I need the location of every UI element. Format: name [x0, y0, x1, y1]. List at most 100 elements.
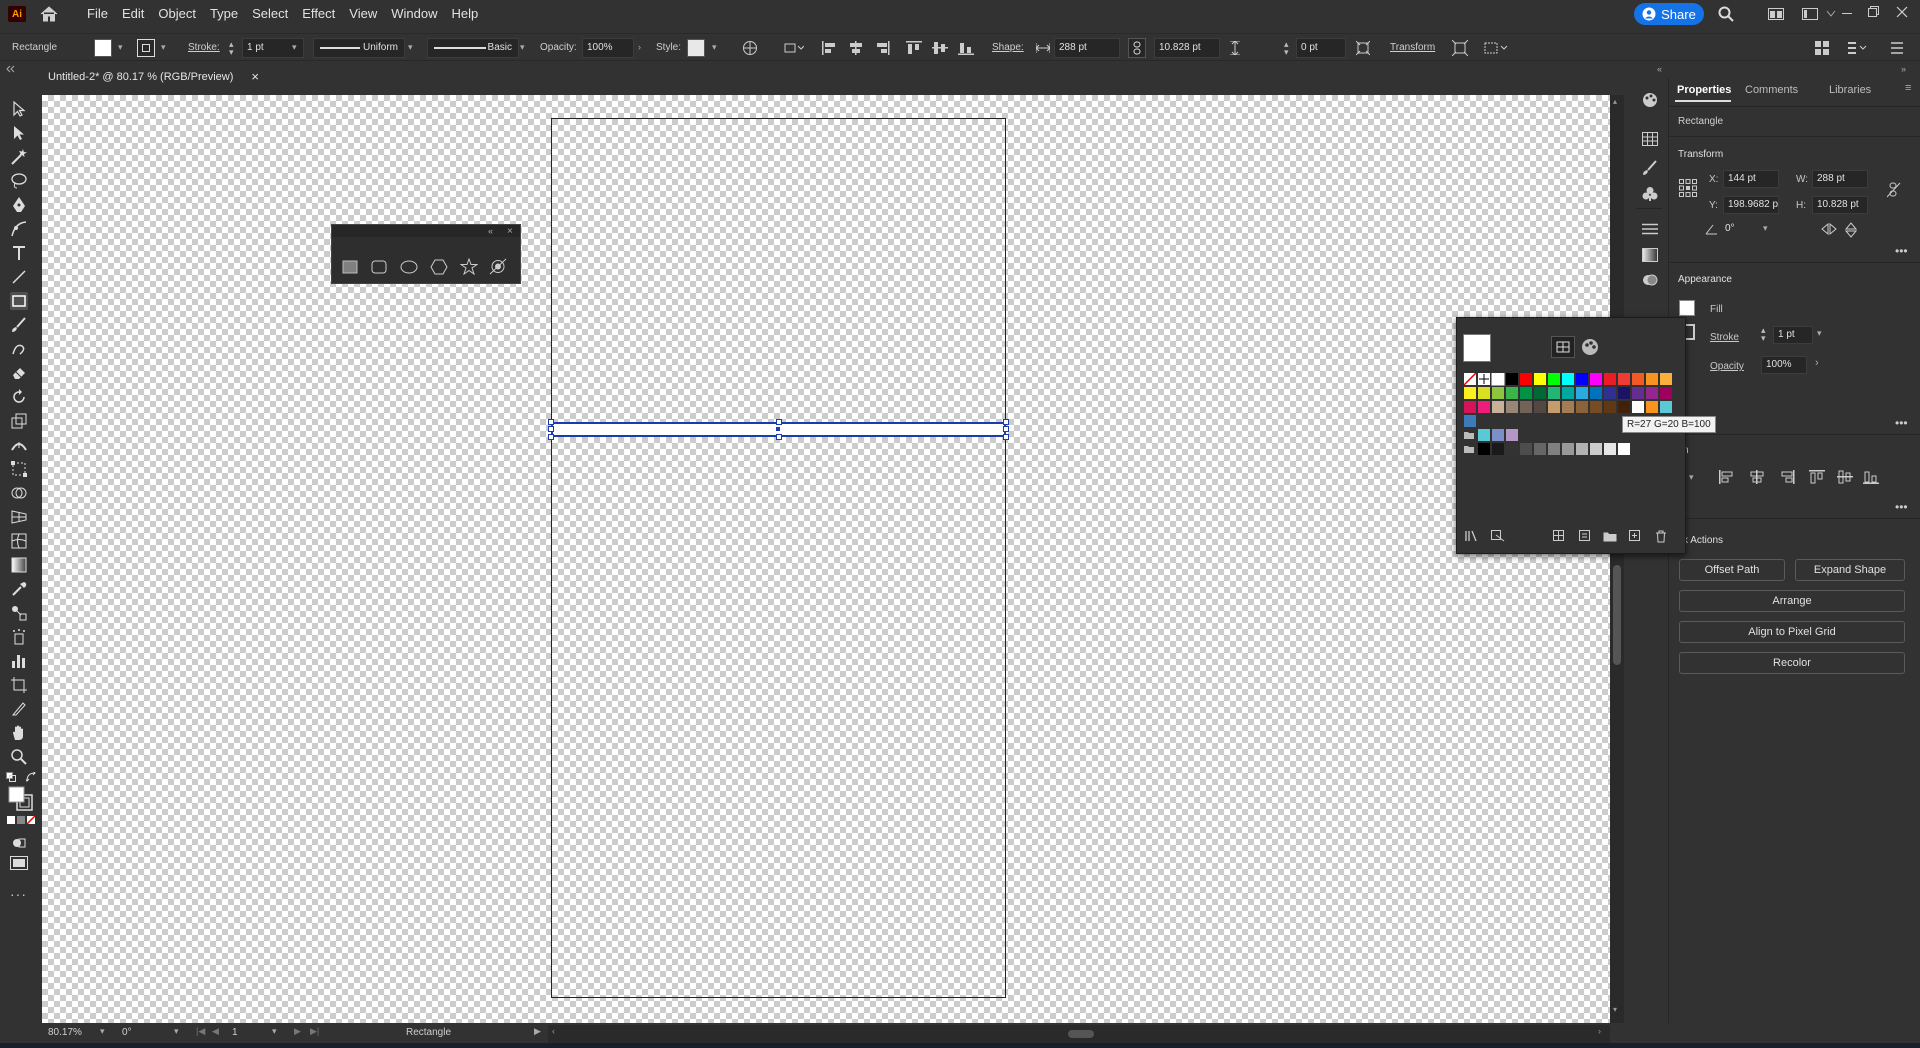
menu-select[interactable]: Select — [245, 0, 295, 28]
stroke-stepper-icon[interactable]: ▴ ▾ — [229, 40, 234, 57]
recolor-button[interactable]: Recolor — [1679, 652, 1905, 674]
free-transform-tool-icon[interactable] — [10, 460, 28, 478]
document-tab[interactable]: Untitled-2* @ 80.17 % (RGB/Preview) × — [38, 67, 269, 89]
color-swatch[interactable] — [1478, 443, 1490, 455]
slice-tool-icon[interactable] — [10, 700, 28, 718]
color-swatch[interactable] — [1478, 429, 1490, 441]
close-document-icon[interactable]: × — [251, 70, 259, 85]
curvature-tool-icon[interactable] — [10, 220, 28, 238]
menu-object[interactable]: Object — [151, 0, 203, 28]
lasso-tool-icon[interactable] — [10, 172, 28, 190]
color-swatch[interactable] — [1618, 387, 1630, 399]
color-swatch[interactable] — [1562, 387, 1574, 399]
selection-handle[interactable] — [548, 419, 554, 425]
rotation-field[interactable]: 0° — [122, 1027, 132, 1038]
menu-type[interactable]: Type — [203, 0, 245, 28]
isolate-selected-object-icon[interactable] — [1452, 40, 1468, 56]
opacity-label[interactable]: Opacity — [1710, 361, 1744, 372]
color-swatch[interactable] — [1576, 387, 1588, 399]
close-window-icon[interactable] — [1896, 6, 1908, 18]
color-swatch[interactable] — [1534, 443, 1546, 455]
tab-libraries[interactable]: Libraries — [1829, 84, 1871, 96]
flare-tool-icon[interactable] — [489, 258, 507, 275]
collapse-panels-icon[interactable]: » — [1901, 64, 1906, 74]
polygon-tool-icon[interactable] — [430, 259, 448, 275]
hand-tool-icon[interactable] — [10, 724, 28, 742]
vertical-scroll-thumb[interactable] — [1613, 565, 1621, 665]
paintbrush-tool-icon[interactable] — [10, 316, 28, 334]
scroll-down-icon[interactable]: ▾ — [1613, 1005, 1617, 1014]
edit-toolbar-icon[interactable]: ··· — [10, 886, 27, 902]
rotate-angle-field[interactable]: 0° — [1721, 221, 1761, 239]
color-swatch[interactable] — [1604, 401, 1616, 413]
color-swatch[interactable] — [1506, 401, 1518, 413]
color-swatch[interactable] — [1506, 443, 1518, 455]
color-swatch[interactable] — [1520, 401, 1532, 413]
arrange-documents-icon[interactable] — [1768, 8, 1784, 20]
transform-link[interactable]: Transform — [1390, 42, 1435, 53]
selection-handle[interactable] — [1003, 426, 1009, 432]
gradient-tool-icon[interactable] — [10, 556, 28, 574]
color-panel-icon[interactable] — [1642, 92, 1658, 108]
tab-comments[interactable]: Comments — [1745, 84, 1798, 96]
make-clipping-mask-icon[interactable] — [1484, 40, 1508, 56]
toolbar-collapse-handle[interactable] — [0, 64, 38, 74]
chevron-down-icon[interactable]: ▾ — [292, 42, 297, 53]
horizontal-scroll-thumb[interactable] — [1068, 1030, 1094, 1038]
color-swatch[interactable] — [1618, 373, 1630, 385]
workspace-switcher-icon[interactable] — [1802, 8, 1818, 20]
chevron-down-icon[interactable]: ▾ — [118, 42, 123, 53]
color-swatch[interactable] — [1604, 373, 1616, 385]
align-right-icon[interactable] — [1779, 470, 1795, 484]
selection-handle[interactable] — [548, 426, 554, 432]
collapse-panel-icon[interactable]: « — [488, 226, 493, 236]
scroll-up-icon[interactable]: ▴ — [1613, 97, 1617, 106]
eyedropper-tool-icon[interactable] — [10, 580, 28, 598]
corner-radius-field[interactable]: 0 pt — [1296, 38, 1346, 58]
more-options-icon[interactable]: ••• — [1895, 500, 1908, 514]
color-swatch[interactable] — [1632, 373, 1644, 385]
color-swatch[interactable] — [1492, 387, 1504, 399]
symbol-sprayer-tool-icon[interactable] — [10, 628, 28, 646]
control-bar-menu-icon[interactable] — [1890, 40, 1904, 56]
constrain-proportions-icon[interactable] — [1887, 182, 1901, 198]
scroll-right-icon[interactable]: › — [1598, 1026, 1601, 1036]
recolor-artwork-icon[interactable] — [742, 40, 758, 56]
color-swatch[interactable] — [1520, 443, 1532, 455]
zoom-level-field[interactable]: 80.17% — [48, 1027, 82, 1038]
color-swatch[interactable] — [1618, 443, 1630, 455]
opacity-field[interactable]: 100% — [582, 38, 634, 58]
align-vertical-center-icon[interactable] — [932, 41, 948, 55]
horizontal-scrollbar[interactable]: ‹ › — [548, 1025, 1610, 1043]
pen-tool-icon[interactable] — [10, 196, 28, 214]
align-top-icon[interactable] — [906, 41, 922, 55]
align-left-icon[interactable] — [1719, 470, 1735, 484]
color-swatch[interactable] — [1562, 373, 1574, 385]
place-swatch-icon[interactable] — [1491, 530, 1505, 542]
color-swatch[interactable] — [1562, 443, 1574, 455]
home-icon[interactable] — [40, 6, 58, 22]
rounded-rectangle-tool-icon[interactable] — [371, 260, 387, 274]
menu-view[interactable]: View — [342, 0, 384, 28]
selection-handle[interactable] — [1003, 419, 1009, 425]
color-swatch[interactable] — [1576, 443, 1588, 455]
color-group-folder-icon[interactable] — [1464, 432, 1474, 439]
default-fill-stroke-icon[interactable] — [6, 772, 16, 782]
align-horizontal-center-icon[interactable] — [1749, 470, 1765, 484]
color-swatch[interactable] — [1492, 401, 1504, 413]
color-swatch[interactable] — [1590, 443, 1602, 455]
color-swatch[interactable] — [1646, 387, 1658, 399]
color-swatch[interactable] — [1562, 401, 1574, 413]
drawing-mode-icon[interactable] — [12, 836, 26, 850]
close-panel-icon[interactable]: × — [507, 226, 513, 237]
color-swatch[interactable] — [1646, 373, 1658, 385]
align-bottom-icon[interactable] — [1863, 470, 1879, 484]
chevron-down-icon[interactable]: ▾ — [272, 1026, 277, 1037]
selection-handle[interactable] — [1003, 434, 1009, 440]
chevron-down-icon[interactable]: ▾ — [1817, 328, 1822, 339]
artboard[interactable] — [551, 118, 1006, 998]
color-swatch[interactable] — [1590, 373, 1602, 385]
brushes-panel-icon[interactable] — [1642, 160, 1658, 176]
chevron-down-icon[interactable]: ▾ — [174, 1026, 179, 1037]
color-swatch[interactable] — [1464, 401, 1476, 413]
